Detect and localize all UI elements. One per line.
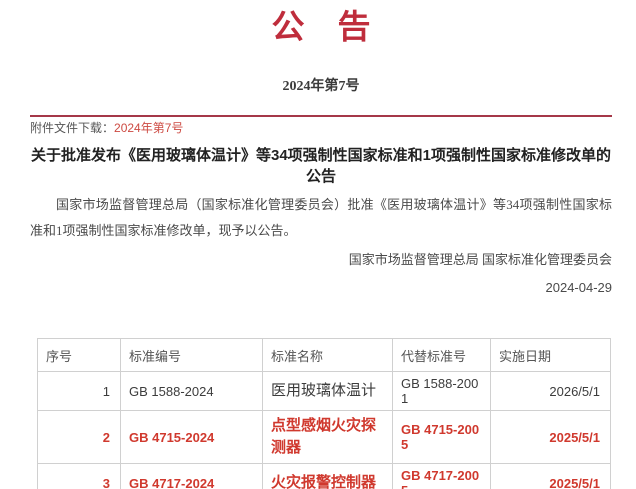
cell-no: 2 — [38, 411, 121, 464]
attachment-link[interactable]: 2024年第7号 — [114, 121, 183, 135]
announcement-body: 国家市场监督管理总局（国家标准化管理委员会）批准《医用玻璃体温计》等34项强制性… — [30, 192, 612, 244]
announcement-heading: 关于批准发布《医用玻璃体温计》等34项强制性国家标准和1项强制性国家标准修改单的… — [30, 145, 612, 187]
cell-date: 2026/5/1 — [491, 372, 611, 411]
page-title: 公 告 — [30, 10, 612, 46]
issuing-authority: 国家市场监督管理总局 国家标准化管理委员会 — [30, 252, 612, 268]
table-row: 3 GB 4717-2024 火灾报警控制器 GB 4717-2005 2025… — [38, 464, 611, 489]
cell-date: 2025/5/1 — [491, 411, 611, 464]
col-header-no: 序号 — [38, 339, 121, 372]
cell-name: 点型感烟火灾探测器 — [263, 411, 393, 464]
cell-code: GB 4715-2024 — [121, 411, 263, 464]
standards-table: 序号 标准编号 标准名称 代替标准号 实施日期 1 GB 1588-2024 医… — [37, 338, 611, 489]
col-header-replaces: 代替标准号 — [393, 339, 491, 372]
issue-number: 2024年第7号 — [30, 79, 612, 95]
announcement-page: 公 告 2024年第7号 附件文件下载：2024年第7号 关于批准发布《医用玻璃… — [0, 10, 636, 489]
header-row: 序号 标准编号 标准名称 代替标准号 实施日期 — [38, 339, 611, 372]
attachment-label: 附件文件下载： — [30, 121, 114, 135]
cell-name: 火灾报警控制器 — [263, 464, 393, 489]
col-header-code: 标准编号 — [121, 339, 263, 372]
cell-name: 医用玻璃体温计 — [263, 372, 393, 411]
table-row: 1 GB 1588-2024 医用玻璃体温计 GB 1588-2001 2026… — [38, 372, 611, 411]
cell-replaces: GB 1588-2001 — [393, 372, 491, 411]
col-header-name: 标准名称 — [263, 339, 393, 372]
cell-no: 3 — [38, 464, 121, 489]
cell-date: 2025/5/1 — [491, 464, 611, 489]
cell-code: GB 4717-2024 — [121, 464, 263, 489]
attachment-line: 附件文件下载：2024年第7号 — [30, 120, 612, 136]
cell-code: GB 1588-2024 — [121, 372, 263, 411]
announcement-content: 公 告 2024年第7号 附件文件下载：2024年第7号 关于批准发布《医用玻璃… — [0, 10, 636, 296]
cell-no: 1 — [38, 372, 121, 411]
red-divider — [30, 115, 612, 117]
issue-date: 2024-04-29 — [30, 280, 612, 296]
standards-table-body: 1 GB 1588-2024 医用玻璃体温计 GB 1588-2001 2026… — [38, 372, 611, 489]
cell-replaces: GB 4715-2005 — [393, 411, 491, 464]
standards-table-head: 序号 标准编号 标准名称 代替标准号 实施日期 — [38, 339, 611, 372]
cell-replaces: GB 4717-2005 — [393, 464, 491, 489]
col-header-date: 实施日期 — [491, 339, 611, 372]
table-row: 2 GB 4715-2024 点型感烟火灾探测器 GB 4715-2005 20… — [38, 411, 611, 464]
